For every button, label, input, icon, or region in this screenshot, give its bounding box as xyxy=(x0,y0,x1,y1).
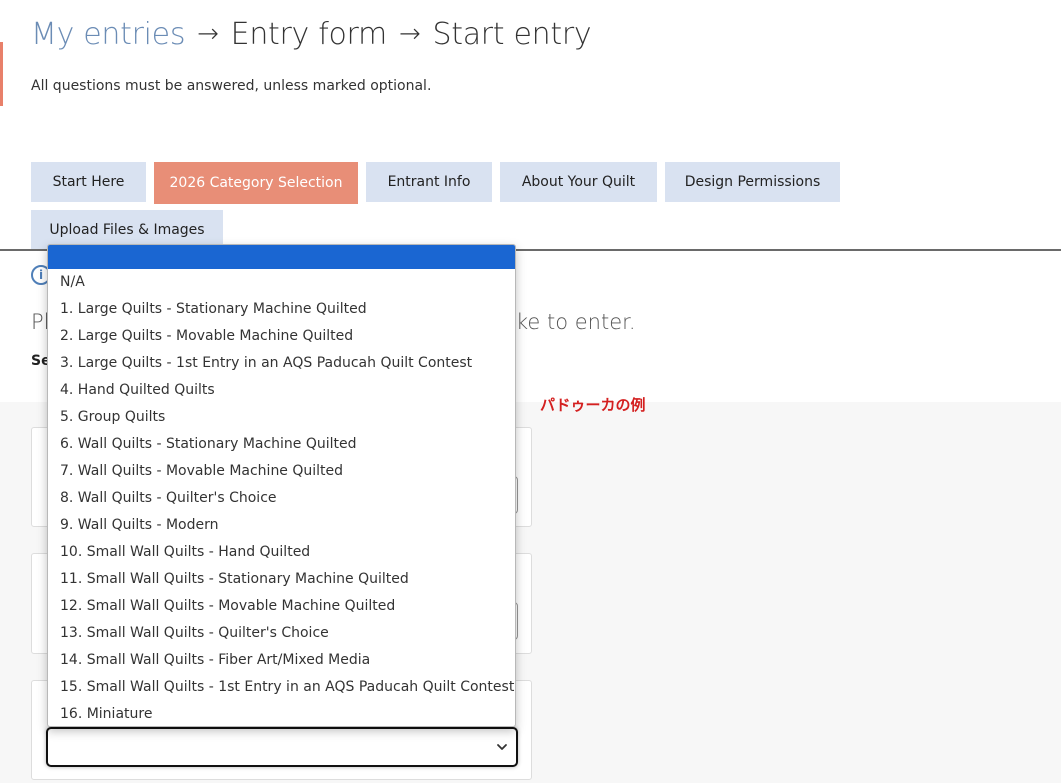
prompt-text-right: ke to enter. xyxy=(516,310,636,334)
dropdown-option[interactable]: N/A xyxy=(48,269,515,296)
left-accent-bar xyxy=(0,42,3,106)
dropdown-option[interactable]: 13. Small Wall Quilts - Quilter's Choice xyxy=(48,620,515,647)
breadcrumb-item-entry-form: Entry form xyxy=(230,16,388,52)
dropdown-option[interactable]: 2. Large Quilts - Movable Machine Quilte… xyxy=(48,323,515,350)
annotation-label: パドゥーカの例 xyxy=(540,396,646,414)
tab-entrant-info[interactable]: Entrant Info xyxy=(366,162,492,202)
breadcrumb: My entries → Entry form → Start entry xyxy=(31,14,592,54)
category-dropdown-list[interactable]: N/A 1. Large Quilts - Stationary Machine… xyxy=(47,244,516,727)
tab-category-selection[interactable]: 2026 Category Selection xyxy=(154,162,358,204)
dropdown-option[interactable]: 15. Small Wall Quilts - 1st Entry in an … xyxy=(48,674,515,701)
dropdown-option[interactable]: 6. Wall Quilts - Stationary Machine Quil… xyxy=(48,431,515,458)
category-select-open[interactable] xyxy=(46,727,518,767)
dropdown-option[interactable]: 9. Wall Quilts - Modern xyxy=(48,512,515,539)
dropdown-option[interactable]: 5. Group Quilts xyxy=(48,404,515,431)
dropdown-option[interactable]: 3. Large Quilts - 1st Entry in an AQS Pa… xyxy=(48,350,515,377)
dropdown-option[interactable]: 12. Small Wall Quilts - Movable Machine … xyxy=(48,593,515,620)
tab-design-permissions[interactable]: Design Permissions xyxy=(665,162,840,202)
chevron-down-icon xyxy=(497,744,507,750)
tab-start-here[interactable]: Start Here xyxy=(31,162,146,202)
arrow-right-icon: → xyxy=(197,19,219,49)
tab-about-your-quilt[interactable]: About Your Quilt xyxy=(500,162,657,202)
dropdown-option[interactable]: 14. Small Wall Quilts - Fiber Art/Mixed … xyxy=(48,647,515,674)
dropdown-option[interactable]: 7. Wall Quilts - Movable Machine Quilted xyxy=(48,458,515,485)
dropdown-option-blank-highlighted[interactable] xyxy=(48,245,515,269)
arrow-right-icon: → xyxy=(398,19,421,49)
dropdown-option[interactable]: 10. Small Wall Quilts - Hand Quilted xyxy=(48,539,515,566)
dropdown-option[interactable]: 16. Miniature xyxy=(48,701,515,726)
dropdown-option[interactable]: 8. Wall Quilts - Quilter's Choice xyxy=(48,485,515,512)
dropdown-option[interactable]: 4. Hand Quilted Quilts xyxy=(48,377,515,404)
intro-text: All questions must be answered, unless m… xyxy=(31,78,432,94)
breadcrumb-link-my-entries[interactable]: My entries xyxy=(31,17,185,52)
dropdown-option[interactable]: 11. Small Wall Quilts - Stationary Machi… xyxy=(48,566,515,593)
breadcrumb-item-start-entry: Start entry xyxy=(432,16,592,52)
dropdown-option[interactable]: 1. Large Quilts - Stationary Machine Qui… xyxy=(48,296,515,323)
